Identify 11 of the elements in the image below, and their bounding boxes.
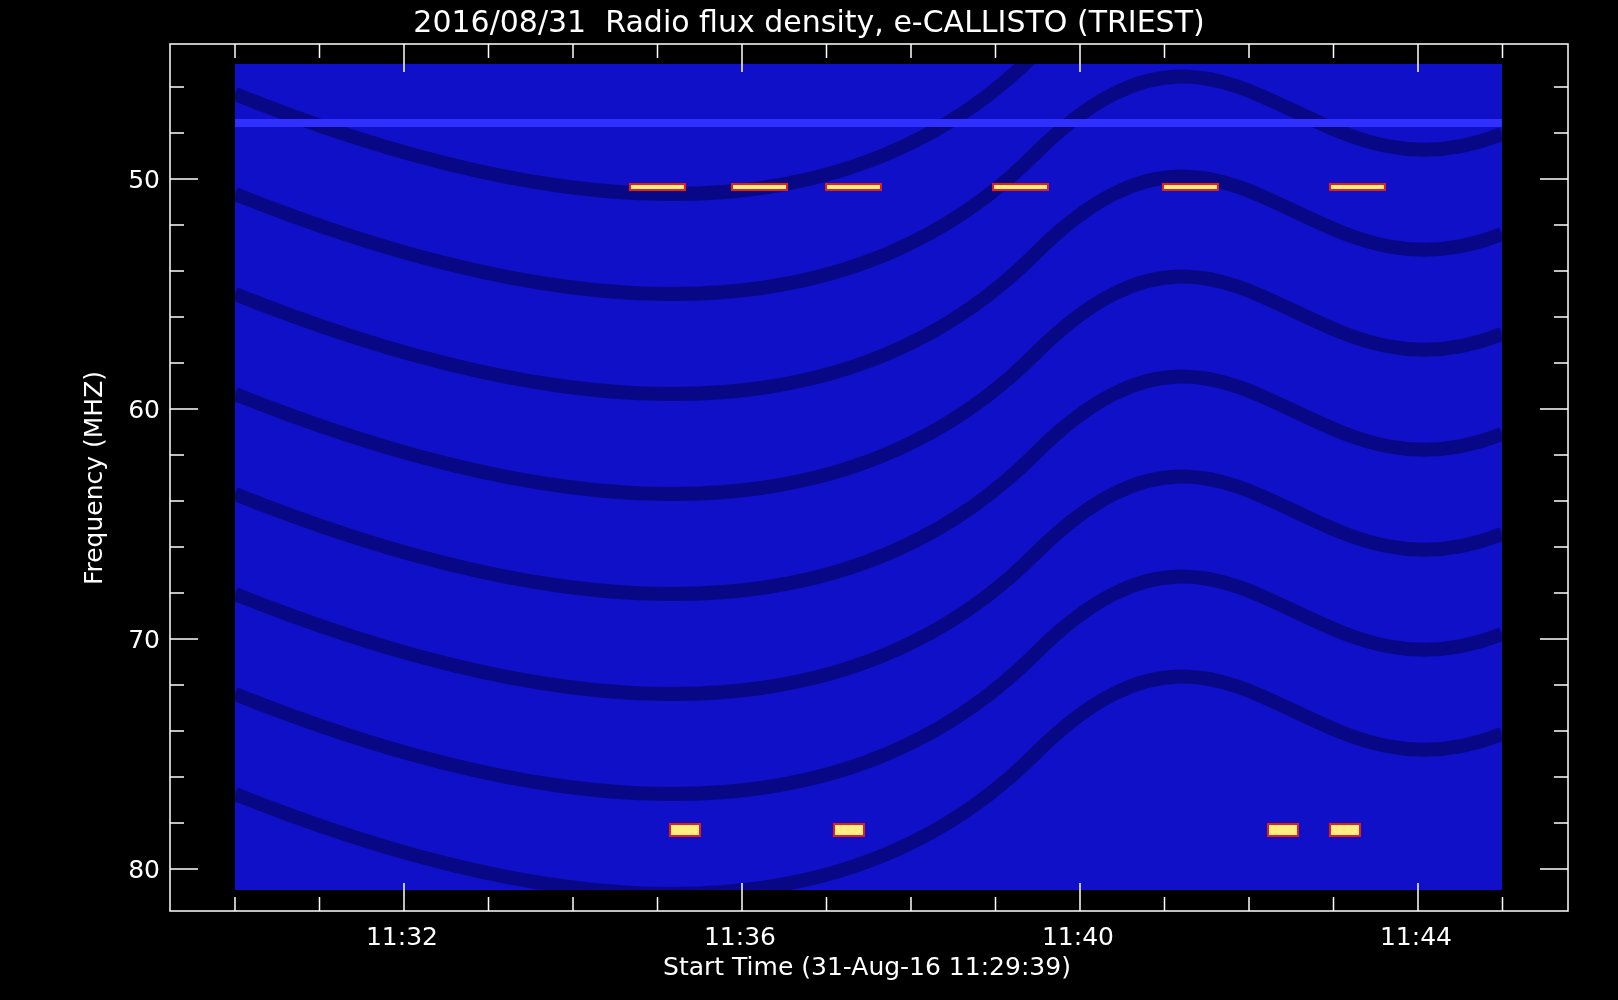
y-tick-label: 60 <box>128 395 160 424</box>
x-tick-label: 11:40 <box>1042 922 1114 951</box>
y-tick-label: 70 <box>128 625 160 654</box>
x-tick-label: 11:44 <box>1380 922 1452 951</box>
x-axis-label: Start Time (31-Aug-16 11:29:39) <box>663 952 1071 981</box>
chart-title: 2016/08/31 Radio flux density, e-CALLISTO (TRIEST) <box>413 4 1205 39</box>
y-tick-label: 80 <box>128 855 160 884</box>
y-tick-label: 50 <box>128 165 160 194</box>
x-tick-label: 11:32 <box>366 922 438 951</box>
y-axis-label: Frequency (MHZ) <box>79 370 108 586</box>
x-tick-label: 11:36 <box>704 922 776 951</box>
